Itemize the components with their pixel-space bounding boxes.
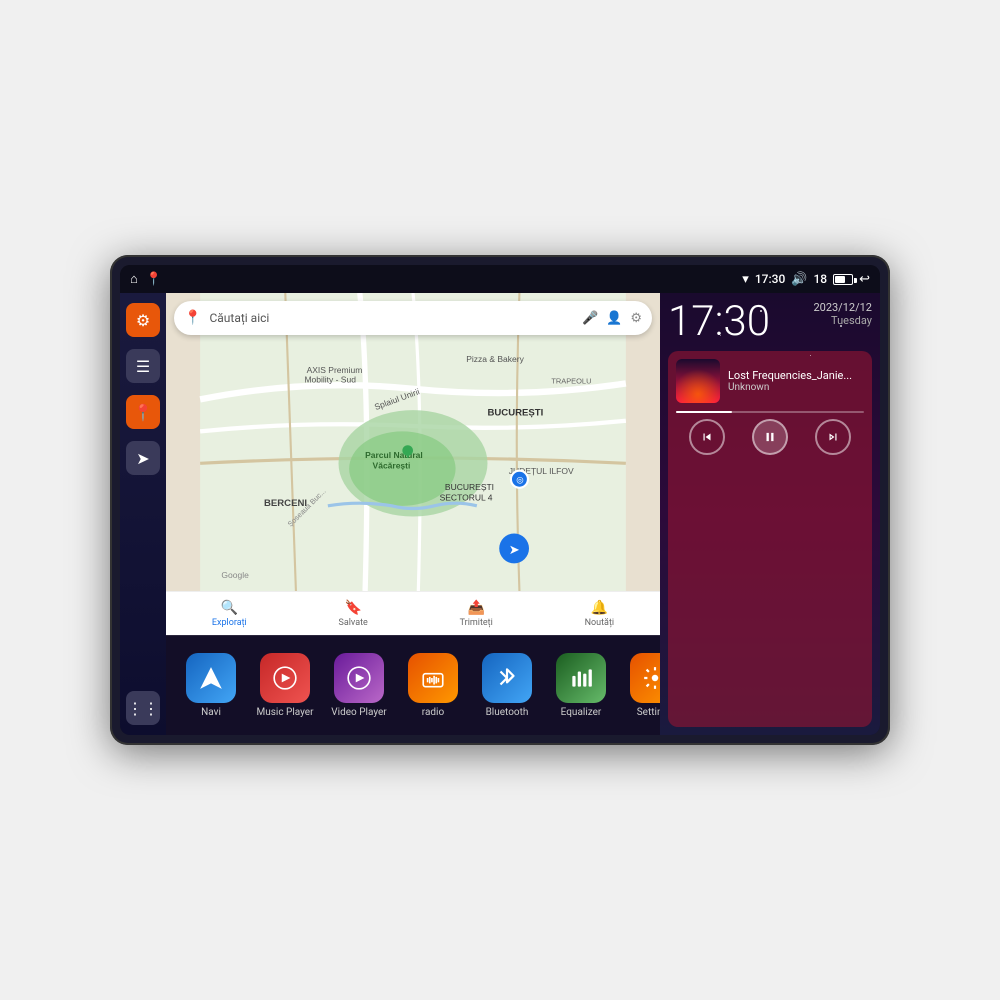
sidebar-apps-btn[interactable]: ⋮⋮ (126, 691, 160, 725)
map-nav-explore-label: Explorați (212, 618, 247, 628)
clock-widget: 17:30 2023/12/12 Tuesday (668, 301, 872, 343)
map-mic-icon[interactable]: 🎤 (582, 311, 598, 326)
music-player-label: Music Player (256, 707, 313, 718)
wifi-icon: ▾ (742, 272, 749, 287)
album-art-image (676, 359, 720, 403)
app-video-player[interactable]: Video Player (324, 653, 394, 718)
music-prev-btn[interactable] (689, 419, 725, 455)
app-grid-bar: Navi Music Player Video Player (166, 635, 660, 735)
battery-fill (835, 276, 845, 283)
center-area: 📍 Căutați aici 🎤 👤 ⚙ (166, 293, 660, 735)
main-area: ⚙ ☰ 📍 ➤ ⋮⋮ 📍 Căutați aici 🎤 👤 ⚙ (120, 293, 880, 735)
status-right: ▾ 17:30 🔊 18 ↩ (742, 272, 870, 287)
sidebar-bottom: ⋮⋮ (126, 631, 160, 725)
music-progress-bar[interactable] (676, 411, 864, 413)
map-nav-saved-label: Salvate (339, 618, 368, 628)
music-progress-fill (676, 411, 732, 413)
clock-date-value: 2023/12/12 (813, 301, 872, 314)
music-title: Lost Frequencies_Janie... (728, 369, 864, 382)
battery-icon (833, 274, 853, 285)
music-player-icon (260, 653, 310, 703)
bluetooth-icon (482, 653, 532, 703)
music-info: Lost Frequencies_Janie... Unknown (728, 369, 864, 393)
sidebar-nav-btn[interactable]: ➤ (126, 441, 160, 475)
equalizer-label: Equalizer (561, 707, 602, 718)
device-screen: ⌂ 📍 ▾ 17:30 🔊 18 ↩ ⚙ ☰ 📍 ➤ (120, 265, 880, 735)
map-settings-icon[interactable]: ⚙ (630, 311, 642, 326)
map-pin-icon: 📍 (184, 310, 201, 326)
left-sidebar: ⚙ ☰ 📍 ➤ ⋮⋮ (120, 293, 166, 735)
app-radio[interactable]: radio (398, 653, 468, 718)
svg-text:Văcărești: Văcărești (373, 461, 411, 471)
svg-text:BUCUREȘTI: BUCUREȘTI (445, 482, 494, 492)
music-widget: Lost Frequencies_Janie... Unknown (668, 351, 872, 727)
clock-date: 2023/12/12 Tuesday (813, 301, 872, 327)
app-settings[interactable]: Settings (620, 653, 660, 718)
music-pause-btn[interactable] (752, 419, 788, 455)
volume-icon: 🔊 (791, 272, 807, 287)
map-user-icon[interactable]: 👤 (606, 311, 622, 326)
settings-label: Settings (637, 707, 660, 718)
svg-text:Pizza & Bakery: Pizza & Bakery (466, 354, 524, 364)
svg-text:Google: Google (221, 570, 249, 580)
map-search-bar[interactable]: 📍 Căutați aici 🎤 👤 ⚙ (174, 301, 652, 335)
app-equalizer[interactable]: Equalizer (546, 653, 616, 718)
map-search-input[interactable]: Căutați aici (209, 311, 574, 325)
svg-text:SECTORUL 4: SECTORUL 4 (440, 493, 493, 503)
sidebar-files-btn[interactable]: ☰ (126, 349, 160, 383)
maps-status-icon[interactable]: 📍 (146, 272, 162, 287)
sidebar-settings-btn[interactable]: ⚙ (126, 303, 160, 337)
music-next-btn[interactable] (815, 419, 851, 455)
map-nav-explore[interactable]: 🔍 Explorați (212, 600, 247, 628)
home-icon[interactable]: ⌂ (130, 271, 138, 287)
music-artist: Unknown (728, 382, 864, 393)
svg-text:➤: ➤ (509, 542, 520, 557)
album-art (676, 359, 720, 403)
radio-icon (408, 653, 458, 703)
navi-label: Navi (201, 707, 221, 718)
battery-number: 18 (813, 272, 827, 286)
map-bottom-nav: 🔍 Explorați 🔖 Salvate 📤 Trimiteți 🔔 Nout… (166, 591, 660, 635)
saved-icon: 🔖 (344, 600, 361, 616)
news-icon: 🔔 (591, 600, 608, 616)
radio-label: radio (422, 707, 444, 718)
app-bluetooth[interactable]: Bluetooth (472, 653, 542, 718)
svg-text:Mobility - Sud: Mobility - Sud (304, 374, 356, 384)
map-container[interactable]: 📍 Căutați aici 🎤 👤 ⚙ (166, 293, 660, 591)
back-icon[interactable]: ↩ (859, 272, 870, 287)
svg-text:AXIS Premium: AXIS Premium (307, 365, 363, 375)
video-player-label: Video Player (331, 707, 386, 718)
video-player-icon (334, 653, 384, 703)
map-nav-send-label: Trimiteți (460, 618, 493, 628)
svg-text:TRAPEOLU: TRAPEOLU (551, 376, 591, 385)
equalizer-icon (556, 653, 606, 703)
svg-text:Parcul Natural: Parcul Natural (365, 450, 423, 460)
map-nav-send[interactable]: 📤 Trimiteți (460, 600, 493, 628)
bluetooth-label: Bluetooth (486, 707, 529, 718)
status-time: 17:30 (755, 272, 785, 286)
navi-icon (186, 653, 236, 703)
settings-icon (630, 653, 660, 703)
map-nav-news[interactable]: 🔔 Noutăți (585, 600, 615, 628)
svg-text:BUCUREȘTI: BUCUREȘTI (488, 407, 544, 418)
map-nav-news-label: Noutăți (585, 618, 615, 628)
explore-icon: 🔍 (221, 600, 238, 616)
map-nav-saved[interactable]: 🔖 Salvate (339, 600, 368, 628)
music-now-playing: Lost Frequencies_Janie... Unknown (676, 359, 864, 403)
sidebar-maps-btn[interactable]: 📍 (126, 395, 160, 429)
status-bar: ⌂ 📍 ▾ 17:30 🔊 18 ↩ (120, 265, 880, 293)
clock-day-value: Tuesday (813, 314, 872, 327)
clock-display: 17:30 (668, 301, 770, 343)
map-svg: AXIS Premium Mobility - Sud Pizza & Bake… (166, 293, 660, 591)
app-navi[interactable]: Navi (176, 653, 246, 718)
app-music-player[interactable]: Music Player (250, 653, 320, 718)
right-panel: 17:30 2023/12/12 Tuesday Lost Frequencie… (660, 293, 880, 735)
svg-text:◎: ◎ (516, 474, 524, 484)
device-frame: ⌂ 📍 ▾ 17:30 🔊 18 ↩ ⚙ ☰ 📍 ➤ (110, 255, 890, 745)
music-controls (676, 419, 864, 455)
status-left: ⌂ 📍 (130, 271, 162, 287)
send-icon: 📤 (468, 600, 485, 616)
